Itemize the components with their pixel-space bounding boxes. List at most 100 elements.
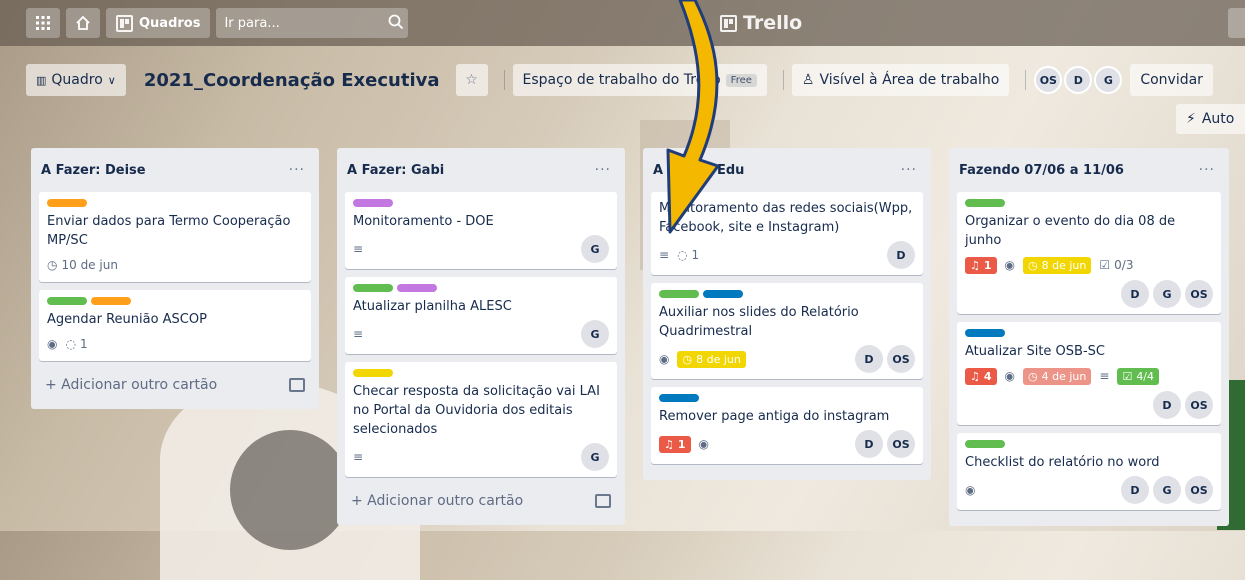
apps-grid-button[interactable] bbox=[26, 8, 60, 38]
visibility-label: Visível à Área de trabalho bbox=[819, 72, 1000, 88]
checklist-count: 4/4 bbox=[1136, 369, 1155, 383]
label-yellow bbox=[353, 369, 393, 377]
label-orange bbox=[91, 297, 131, 305]
list-a-fazer-deise: A Fazer: Deise ··· Enviar dados para Ter… bbox=[31, 148, 319, 409]
home-button[interactable] bbox=[66, 8, 100, 38]
notification-badge: ♫ 1 bbox=[965, 256, 997, 274]
chevron-down-icon: ∨ bbox=[107, 73, 116, 87]
people-icon: ♙ bbox=[801, 72, 815, 88]
invite-label: Convidar bbox=[1140, 72, 1203, 88]
bell-icon: ♫ bbox=[664, 437, 674, 451]
list-a-fazer-gabi: A Fazer: Gabi ··· Monitoramento - DOE ≡ … bbox=[337, 148, 625, 525]
checkbox-icon: ☑ bbox=[1122, 369, 1133, 383]
list-title: Fazendo 07/06 a 11/06 bbox=[959, 162, 1124, 178]
checklist-badge: ☑ 4/4 bbox=[1117, 367, 1160, 385]
card-members: D G OS bbox=[1121, 280, 1213, 308]
eye-icon: ◉ bbox=[47, 337, 58, 351]
list-header[interactable]: Fazendo 07/06 a 11/06 ··· bbox=[957, 148, 1221, 192]
avatar[interactable]: OS bbox=[887, 430, 915, 458]
avatar[interactable]: G bbox=[1153, 476, 1181, 504]
avatar[interactable]: G bbox=[581, 320, 609, 348]
list-menu-icon[interactable]: ··· bbox=[1199, 162, 1215, 178]
card[interactable]: Monitoramento - DOE ≡ G bbox=[345, 192, 617, 269]
add-card-button[interactable]: + Adicionar outro cartão bbox=[39, 369, 311, 401]
card[interactable]: Auxiliar nos slides do Relatório Quadrim… bbox=[651, 283, 923, 379]
avatar[interactable]: D bbox=[887, 241, 915, 269]
card-badges: ◉ D G OS bbox=[965, 476, 1213, 504]
avatar[interactable]: OS bbox=[1185, 476, 1213, 504]
checkbox-icon: ☑ bbox=[1099, 258, 1111, 272]
list-menu-icon[interactable]: ··· bbox=[289, 162, 305, 178]
board-title[interactable]: 2021_Coordenação Executiva bbox=[134, 70, 450, 91]
card-members: D bbox=[887, 241, 915, 269]
card-badges: ◉ ◌ 1 bbox=[47, 333, 303, 355]
list-header[interactable]: A Fazer: Gabi ··· bbox=[345, 148, 617, 192]
card[interactable]: Checar resposta da solicitação vai LAI n… bbox=[345, 362, 617, 477]
template-icon[interactable] bbox=[289, 378, 305, 392]
card-badges: ◷ 10 de jun bbox=[47, 254, 303, 276]
topbar-right-button[interactable] bbox=[1228, 8, 1245, 38]
search-input[interactable]: Ir para... bbox=[216, 8, 409, 38]
template-icon[interactable] bbox=[595, 494, 611, 508]
card-members-row: D G OS bbox=[965, 280, 1213, 308]
visibility-button[interactable]: ♙ Visível à Área de trabalho bbox=[791, 64, 1010, 96]
due-date-badge[interactable]: ◷ 8 de jun bbox=[1023, 256, 1092, 274]
label-green bbox=[659, 290, 699, 298]
card[interactable]: Enviar dados para Termo Cooperação MP/SC… bbox=[39, 192, 311, 282]
label-green bbox=[965, 199, 1005, 207]
annotation-arrow-icon bbox=[666, 0, 720, 234]
due-date-text: 4 de jun bbox=[1041, 369, 1087, 383]
list-menu-icon[interactable]: ··· bbox=[901, 162, 917, 178]
card-members: G bbox=[581, 320, 609, 348]
card[interactable]: Atualizar Site OSB-SC ♫ 4 ◉ ◷ 4 de jun ≡ ☑… bbox=[957, 322, 1221, 425]
checklist-badge: ☑ 0/3 bbox=[1099, 258, 1133, 272]
avatar[interactable]: G bbox=[1094, 66, 1123, 94]
avatar[interactable]: OS bbox=[887, 345, 915, 373]
avatar[interactable]: OS bbox=[1034, 66, 1063, 94]
card-badges: ≡ ◌ 1 D bbox=[659, 241, 915, 269]
avatar[interactable]: G bbox=[1153, 280, 1181, 308]
eye-icon: ◉ bbox=[698, 437, 710, 451]
list-header[interactable]: A Fazer: Deise ··· bbox=[39, 148, 311, 192]
list-menu-icon[interactable]: ··· bbox=[595, 162, 611, 178]
avatar[interactable]: D bbox=[855, 430, 883, 458]
board-view-switcher[interactable]: ▥ Quadro ∨ bbox=[26, 64, 126, 96]
bar-chart-icon: ▥ bbox=[36, 73, 47, 87]
eye-icon: ◉ bbox=[1004, 258, 1016, 272]
checklist-count: 0/3 bbox=[1114, 258, 1134, 272]
avatar[interactable]: D bbox=[1121, 476, 1149, 504]
card-labels bbox=[659, 290, 915, 298]
card-labels bbox=[659, 394, 915, 402]
avatar[interactable]: OS bbox=[1185, 391, 1213, 419]
avatar[interactable]: D bbox=[1153, 391, 1181, 419]
avatar[interactable]: D bbox=[855, 345, 883, 373]
card-labels bbox=[965, 440, 1213, 448]
card-members: G bbox=[581, 443, 609, 471]
card-badges: ≡ G bbox=[353, 443, 609, 471]
avatar[interactable]: G bbox=[581, 235, 609, 263]
board-header: ▥ Quadro ∨ 2021_Coordenação Executiva ☆ … bbox=[26, 62, 1221, 98]
due-date-badge[interactable]: ◷ 8 de jun bbox=[677, 350, 746, 368]
description-icon: ≡ bbox=[353, 242, 364, 256]
due-date-badge[interactable]: ◷ 4 de jun bbox=[1023, 367, 1092, 385]
avatar[interactable]: D bbox=[1064, 66, 1093, 94]
card-badges: ≡ G bbox=[353, 235, 609, 263]
avatar[interactable]: G bbox=[581, 443, 609, 471]
add-card-label: + Adicionar outro cartão bbox=[351, 493, 524, 509]
card-members: D OS bbox=[1153, 391, 1213, 419]
avatar[interactable]: OS bbox=[1185, 280, 1213, 308]
clock-icon: ◷ bbox=[1028, 369, 1038, 383]
search-icon[interactable] bbox=[388, 14, 404, 30]
boards-button[interactable]: Quadros bbox=[106, 8, 211, 38]
card[interactable]: Atualizar planilha ALESC ≡ G bbox=[345, 277, 617, 354]
automation-button[interactable]: ⚡ Auto bbox=[1176, 104, 1245, 134]
card[interactable]: Organizar o evento do dia 08 de junho ♫ 1… bbox=[957, 192, 1221, 314]
card[interactable]: Checklist do relatório no word ◉ D G OS bbox=[957, 433, 1221, 510]
add-card-button[interactable]: + Adicionar outro cartão bbox=[345, 485, 617, 517]
card[interactable]: Agendar Reunião ASCOP ◉ ◌ 1 bbox=[39, 290, 311, 361]
card[interactable]: Remover page antiga do instagram ♫ 1 ◉ D … bbox=[651, 387, 923, 464]
due-date-text: 10 de jun bbox=[61, 258, 118, 272]
star-button[interactable]: ☆ bbox=[455, 64, 488, 96]
avatar[interactable]: D bbox=[1121, 280, 1149, 308]
invite-button[interactable]: Convidar bbox=[1130, 64, 1213, 96]
